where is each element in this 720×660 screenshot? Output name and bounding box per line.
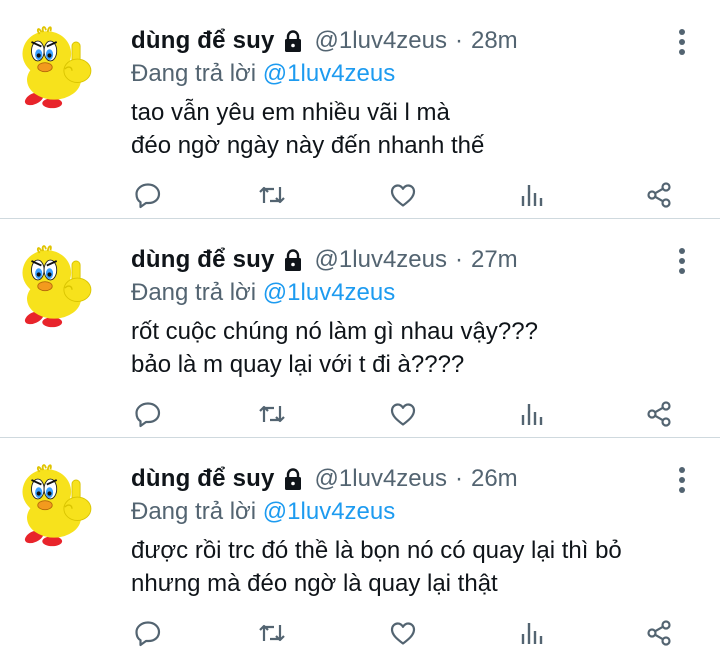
mention-link[interactable]: @1luv4zeus [263, 60, 395, 87]
like-icon [390, 184, 416, 207]
separator: · [454, 465, 463, 492]
tweet[interactable]: dùng để suy @1luv4zeus · 27m Đang trả lờ… [0, 219, 720, 438]
display-name[interactable]: dùng để suy [131, 246, 275, 274]
share-button[interactable] [642, 397, 676, 431]
analytics-button[interactable] [515, 616, 549, 650]
reply-icon [135, 621, 161, 647]
replying-prefix: Đang trả lời [131, 60, 257, 87]
separator: · [454, 246, 463, 273]
tweet-header: dùng để suy @1luv4zeus · 28m [131, 27, 518, 55]
timestamp[interactable]: 28m [471, 27, 518, 55]
retweet-icon [259, 624, 285, 642]
lock-icon [284, 249, 301, 271]
like-icon [390, 403, 416, 426]
user-handle[interactable]: @1luv4zeus [315, 246, 447, 274]
timestamp[interactable]: 26m [471, 465, 518, 493]
tweet-text: được rồi trc đó thề là bọn nó có quay lạ… [131, 534, 622, 600]
more-vertical-icon[interactable] [672, 247, 692, 275]
reply-icon [135, 402, 161, 428]
reply-button[interactable] [131, 178, 165, 212]
retweet-button[interactable] [255, 178, 289, 212]
reply-button[interactable] [131, 397, 165, 431]
tweet-line: tao vẫn yêu em nhiều vãi l mà [131, 99, 450, 126]
tweet-line: được rồi trc đó thề là bọn nó có quay lạ… [131, 537, 622, 564]
tweet-line: nhưng mà đéo ngờ là quay lại thật [131, 570, 498, 597]
reply-button[interactable] [131, 616, 165, 650]
share-button[interactable] [642, 178, 676, 212]
retweet-button[interactable] [255, 397, 289, 431]
tweet-header: dùng để suy @1luv4zeus · 26m [131, 465, 518, 493]
user-handle[interactable]: @1luv4zeus [315, 27, 447, 55]
replying-to: Đang trả lời @1luv4zeus [131, 279, 395, 307]
retweet-button[interactable] [255, 616, 289, 650]
like-icon [390, 622, 416, 645]
tweet-feed: dùng để suy @1luv4zeus · 28m Đang trả lờ… [0, 0, 720, 657]
like-button[interactable] [386, 178, 420, 212]
tweet[interactable]: dùng để suy @1luv4zeus · 26m Đang trả lờ… [0, 438, 720, 657]
tweet-line: bảo là m quay lại với t đi à???? [131, 351, 465, 378]
tweet-text: tao vẫn yêu em nhiều vãi l mà đéo ngờ ng… [131, 96, 484, 162]
tweet-line: đéo ngờ ngày này đến nhanh thế [131, 132, 485, 159]
mention-link[interactable]: @1luv4zeus [263, 498, 395, 525]
lock-icon [284, 468, 301, 490]
display-name[interactable]: dùng để suy [131, 27, 275, 55]
replying-to: Đang trả lời @1luv4zeus [131, 498, 395, 526]
reply-icon [135, 183, 161, 209]
replying-to: Đang trả lời @1luv4zeus [131, 60, 395, 88]
tweet[interactable]: dùng để suy @1luv4zeus · 28m Đang trả lờ… [0, 0, 720, 219]
tweet-text: rốt cuộc chúng nó làm gì nhau vậy??? bảo… [131, 315, 538, 381]
lock-icon [284, 30, 301, 52]
analytics-icon [521, 404, 543, 425]
separator: · [454, 27, 463, 54]
retweet-icon [259, 186, 285, 204]
analytics-icon [521, 185, 543, 206]
more-vertical-icon[interactable] [672, 28, 692, 56]
tweet-line: rốt cuộc chúng nó làm gì nhau vậy??? [131, 318, 538, 345]
more-vertical-icon[interactable] [672, 466, 692, 494]
replying-prefix: Đang trả lời [131, 498, 257, 525]
analytics-button[interactable] [515, 178, 549, 212]
like-button[interactable] [386, 616, 420, 650]
avatar[interactable] [18, 24, 108, 114]
share-icon [647, 182, 671, 208]
display-name[interactable]: dùng để suy [131, 465, 275, 493]
mention-link[interactable]: @1luv4zeus [263, 279, 395, 306]
timestamp[interactable]: 27m [471, 246, 518, 274]
share-icon [647, 620, 671, 646]
user-handle[interactable]: @1luv4zeus [315, 465, 447, 493]
replying-prefix: Đang trả lời [131, 279, 257, 306]
share-button[interactable] [642, 616, 676, 650]
action-bar [131, 616, 676, 650]
action-bar [131, 397, 676, 431]
share-icon [647, 401, 671, 427]
retweet-icon [259, 405, 285, 423]
avatar[interactable] [18, 462, 108, 552]
analytics-button[interactable] [515, 397, 549, 431]
tweet-header: dùng để suy @1luv4zeus · 27m [131, 246, 518, 274]
action-bar [131, 178, 676, 212]
like-button[interactable] [386, 397, 420, 431]
analytics-icon [521, 623, 543, 644]
avatar[interactable] [18, 243, 108, 333]
